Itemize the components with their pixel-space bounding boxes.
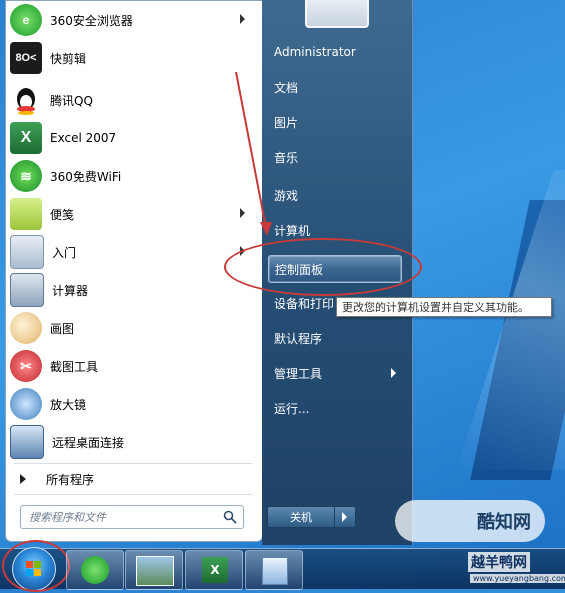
taskbar-360-browser[interactable] [66,550,124,590]
excel-icon: X [202,557,228,583]
annotation-arrowhead [260,222,272,236]
watermark-brand: 酷知网 [477,512,531,532]
photo-icon [136,556,174,586]
notepad-icon [262,557,288,585]
start-button-highlight [2,540,70,592]
watermark-logo: 酷知网 [395,500,545,542]
360-browser-icon [81,556,109,584]
annotation-arrow [235,71,267,229]
taskbar-excel[interactable]: X [185,550,243,590]
taskbar-photo-app[interactable] [125,550,183,590]
watermark-site: 越羊鸭网 [468,552,530,572]
watermark-url: www.yueyangbang.com [470,574,565,583]
taskbar-notepad[interactable] [245,550,303,590]
control-panel-highlight [224,238,422,296]
